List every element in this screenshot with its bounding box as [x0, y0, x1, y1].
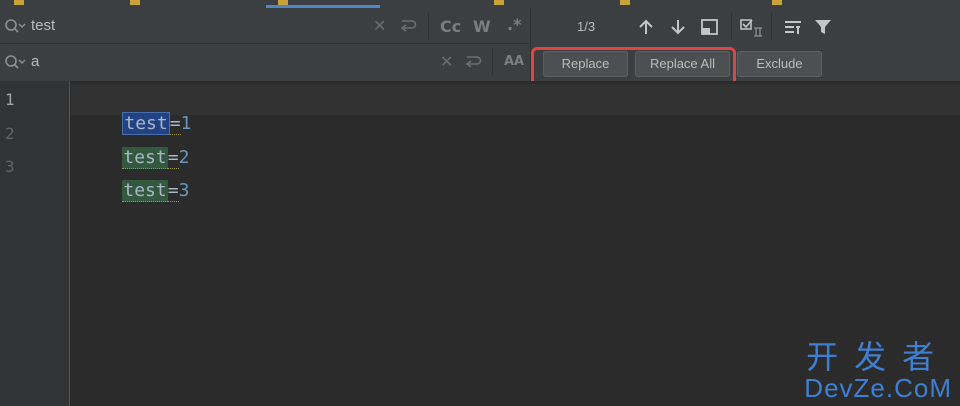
- file-tab-icon[interactable]: [772, 0, 782, 5]
- new-line-icon[interactable]: [398, 18, 418, 34]
- file-tab-icon[interactable]: [14, 0, 24, 5]
- replace-input[interactable]: a: [31, 53, 39, 70]
- code-line[interactable]: test =1: [79, 88, 191, 135]
- file-tab-icon[interactable]: [130, 0, 140, 5]
- replace-history-icon[interactable]: [4, 54, 26, 70]
- filter-icon[interactable]: [812, 17, 834, 37]
- filter-search-results-icon[interactable]: [782, 17, 804, 37]
- previous-occurrence-icon[interactable]: [635, 17, 657, 37]
- file-tab-icon[interactable]: [620, 0, 630, 5]
- whole-words-icon[interactable]: W: [473, 17, 491, 36]
- code-line[interactable]: test=3: [79, 155, 189, 202]
- search-input[interactable]: test: [31, 17, 55, 34]
- code-value: 3: [178, 180, 190, 201]
- next-occurrence-icon[interactable]: [667, 17, 689, 37]
- editor-tab-strip: [0, 0, 960, 8]
- select-all-occurrences-icon[interactable]: [699, 17, 721, 37]
- find-replace-panel: test ✕ Cc W .* a ✕ AA 1/3 Replace Replac…: [0, 8, 960, 96]
- preserve-case-icon[interactable]: AA: [504, 54, 524, 69]
- search-match: test: [122, 180, 168, 202]
- site-watermark: 开发者 DevZe.CoM: [804, 340, 952, 402]
- code-line[interactable]: test=2: [79, 122, 189, 169]
- row-divider: [0, 43, 530, 44]
- replace-options-divider: [492, 48, 493, 76]
- toolbar-divider: [771, 12, 772, 40]
- options-divider: [428, 12, 429, 40]
- toolbar-divider: [731, 12, 732, 40]
- match-count: 1/3: [577, 19, 596, 34]
- line-number: 3: [5, 157, 15, 176]
- watermark-text-en: DevZe.CoM: [804, 373, 952, 403]
- search-history-icon[interactable]: [4, 18, 26, 34]
- line-number: 1: [5, 90, 15, 109]
- match-case-icon[interactable]: Cc: [440, 17, 461, 36]
- in-selection-icon[interactable]: [739, 17, 765, 37]
- watermark-text-cn: 开发者: [806, 338, 951, 376]
- file-tab-icon[interactable]: [494, 0, 504, 5]
- clear-search-icon[interactable]: ✕: [373, 16, 386, 35]
- clear-replace-icon[interactable]: ✕: [440, 52, 453, 71]
- line-number-gutter: 1 2 3: [0, 81, 70, 406]
- current-line-highlight: [71, 84, 960, 115]
- code-operator: =: [167, 180, 179, 202]
- regex-icon[interactable]: .*: [507, 15, 521, 34]
- replace-new-line-icon[interactable]: [463, 54, 483, 70]
- exclude-button[interactable]: Exclude: [737, 51, 822, 77]
- line-number: 2: [5, 124, 15, 143]
